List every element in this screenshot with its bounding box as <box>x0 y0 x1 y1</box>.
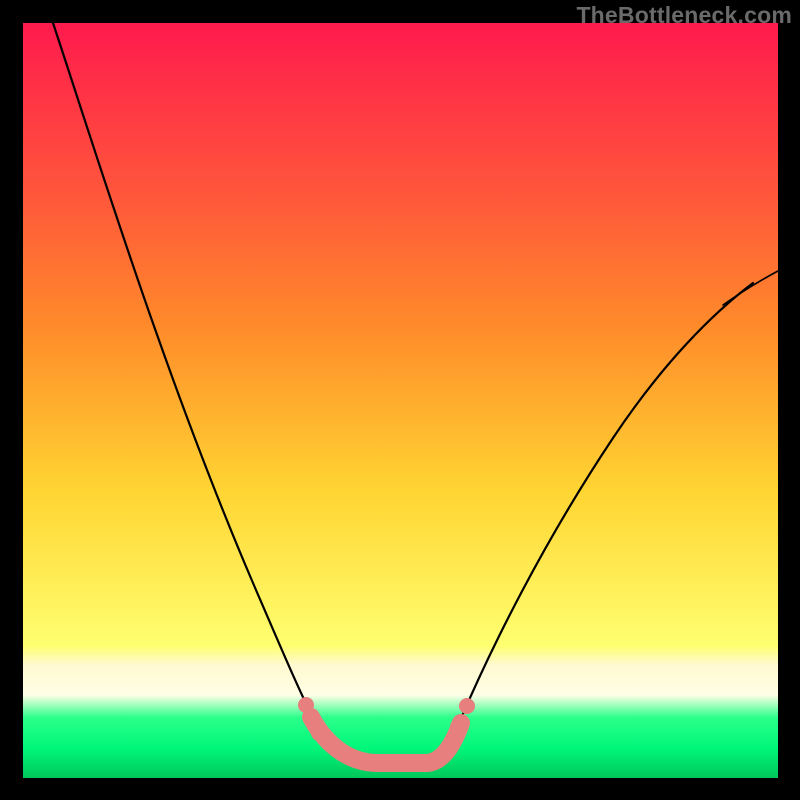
curve-right <box>459 283 753 723</box>
curve-right-tail <box>723 271 778 305</box>
marker-dot <box>298 697 314 713</box>
outer-frame: TheBottleneck.com <box>0 0 800 800</box>
curve-left <box>53 23 313 718</box>
marker-dot <box>311 725 327 741</box>
marker-dot <box>450 719 466 735</box>
marker-dot <box>459 698 475 714</box>
bottom-highlight-stroke <box>311 717 461 763</box>
curve-overlay <box>23 23 778 778</box>
